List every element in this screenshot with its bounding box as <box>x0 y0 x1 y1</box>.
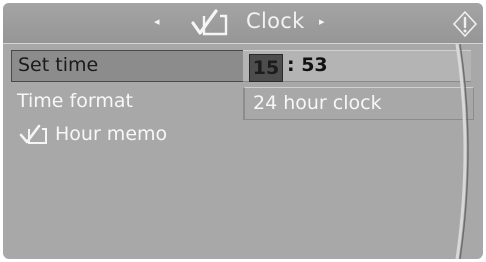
page-title: Clock <box>246 9 305 33</box>
time-format-value-text: 24 hour clock <box>253 92 382 114</box>
menu-item-set-time[interactable]: Set time <box>11 50 245 82</box>
hour-field[interactable]: 15 <box>249 54 283 82</box>
time-value-field[interactable]: 15 : 53 <box>243 50 471 82</box>
time-format-label: Time format <box>17 90 133 112</box>
menu-item-hour-memo[interactable]: Hour memo <box>11 120 243 152</box>
hour-memo-label: Hour memo <box>55 123 168 145</box>
info-icon[interactable] <box>452 10 478 38</box>
clock-screen: ◂ Clock ▸ Set time 15 : 53 Time format 2… <box>3 3 483 259</box>
time-format-value[interactable]: 24 hour clock <box>243 87 474 120</box>
next-menu-arrow-icon[interactable]: ▸ <box>319 15 325 28</box>
previous-menu-arrow-icon[interactable]: ◂ <box>154 15 160 28</box>
header-divider <box>3 43 483 44</box>
checkmark-box-icon <box>191 9 228 36</box>
set-time-label: Set time <box>18 54 99 76</box>
minutes-field[interactable]: : 53 <box>287 54 328 76</box>
menu-item-time-format[interactable]: Time format <box>11 87 243 119</box>
header-bar: ◂ Clock ▸ <box>3 3 483 43</box>
checkmark-icon <box>19 124 47 144</box>
scroll-arc <box>455 44 469 259</box>
